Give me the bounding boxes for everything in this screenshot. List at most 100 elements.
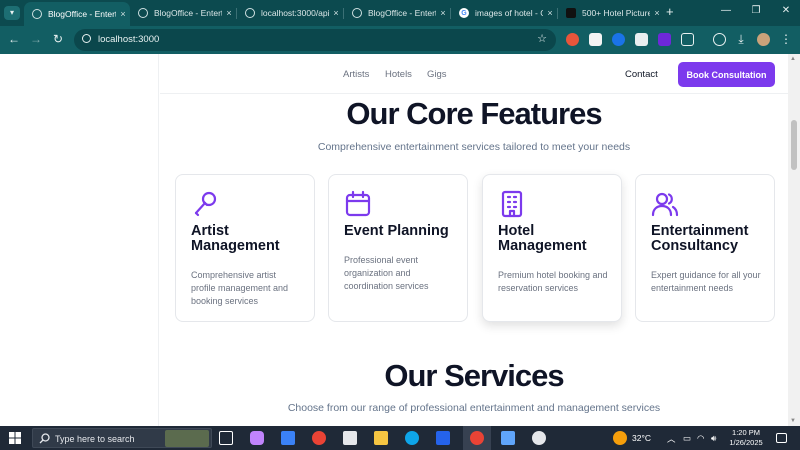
close-tab-icon[interactable]: ×	[222, 8, 236, 18]
close-tab-icon[interactable]: ×	[436, 8, 450, 18]
close-window-button[interactable]: ✕	[778, 5, 794, 16]
close-tab-icon[interactable]: ×	[116, 9, 130, 19]
search-placeholder: Type here to search	[55, 434, 135, 444]
bookmark-star-icon[interactable]: ☆	[537, 32, 547, 45]
close-tab-icon[interactable]: ×	[329, 8, 343, 18]
tab-title: BlogOffice - Entert	[368, 8, 436, 18]
extension-icon-4[interactable]	[635, 33, 648, 46]
reload-icon[interactable]: ↻	[50, 32, 66, 46]
extension-icon-5[interactable]	[658, 33, 671, 46]
nav-link-gigs[interactable]: Gigs	[427, 69, 447, 80]
features-heading: Our Core Features	[346, 96, 602, 131]
taskbar-search-box[interactable]: Type here to search	[32, 428, 212, 448]
globe-icon	[352, 8, 362, 18]
extension-icon-1[interactable]	[566, 33, 579, 46]
web-page: Artists Hotels Gigs Contact Book Consult…	[0, 54, 788, 426]
users-icon	[651, 192, 679, 217]
notes-app-icon[interactable]	[501, 431, 515, 445]
profile-avatar[interactable]	[757, 33, 770, 46]
card-title: Entertainment Consultancy	[651, 223, 749, 254]
extension-icon-3[interactable]	[612, 33, 625, 46]
download-icon[interactable]: ⤓	[733, 32, 749, 47]
feature-card-entertainment-consultancy[interactable]: Entertainment Consultancy Expert guidanc…	[635, 174, 775, 322]
battery-icon[interactable]: ▭	[683, 433, 691, 444]
volume-icon[interactable]: 🔊︎	[711, 433, 716, 444]
calendar-icon	[345, 190, 371, 217]
show-hidden-icons-icon[interactable]: ︿	[667, 433, 676, 445]
features-subtitle: Comprehensive entertainment services tai…	[317, 141, 631, 153]
services-heading: Our Services	[384, 358, 564, 393]
globe-icon	[138, 8, 148, 18]
tab-hotel-pictures[interactable]: 500+ Hotel Picture ×	[558, 3, 664, 23]
globe-icon	[245, 8, 255, 18]
extensions-puzzle-icon[interactable]	[681, 33, 694, 46]
clock-time: 1:20 PM	[732, 428, 760, 437]
book-consultation-button[interactable]: Book Consultation	[678, 62, 775, 87]
extension-icon-2[interactable]	[589, 33, 602, 46]
tab-search-button[interactable]: ▾	[4, 6, 20, 20]
search-icon	[39, 433, 50, 444]
back-arrow-icon[interactable]: ←	[6, 32, 22, 46]
file-explorer-icon[interactable]	[374, 431, 388, 445]
site-navbar: Artists Hotels Gigs Contact Book Consult…	[160, 54, 788, 94]
network-icon[interactable]: ◠	[697, 433, 704, 444]
nav-link-hotels[interactable]: Hotels	[385, 69, 412, 80]
windows-start-icon[interactable]	[9, 432, 21, 444]
edge-icon[interactable]	[405, 431, 419, 445]
site-info-icon[interactable]	[82, 34, 91, 43]
site-logo-icon	[566, 8, 576, 18]
card-title: Hotel Management	[498, 223, 587, 254]
feature-card-hotel-management[interactable]: Hotel Management Premium hotel booking a…	[482, 174, 622, 322]
copilot-icon[interactable]	[250, 431, 264, 445]
services-subtitle: Choose from our range of professional en…	[287, 402, 661, 414]
more-menu-icon[interactable]: ⋮	[778, 32, 794, 46]
tab-blogoffice-2[interactable]: BlogOffice - Entert ×	[130, 3, 236, 23]
minimize-button[interactable]: —	[718, 5, 734, 16]
chrome-active-icon[interactable]	[470, 431, 484, 445]
feature-card-event-planning[interactable]: Event Planning Professional event organi…	[328, 174, 468, 322]
windows-taskbar: Type here to search 32°C ︿ ▭ ◠ 🔊︎ 1:20 P…	[0, 426, 800, 450]
url-text: localhost:3000	[98, 34, 160, 45]
left-blank-panel	[0, 54, 159, 426]
tab-title: BlogOffice - Entert	[48, 9, 116, 19]
scroll-up-arrow-icon[interactable]: ▲	[790, 56, 796, 62]
tab-blogoffice-3[interactable]: BlogOffice - Entert ×	[344, 3, 450, 23]
globe-icon	[32, 9, 42, 19]
microphone-icon	[194, 191, 217, 217]
task-view-icon[interactable]	[219, 431, 233, 445]
search-highlight-image	[165, 430, 209, 447]
close-tab-icon[interactable]: ×	[543, 8, 557, 18]
tab-localhost-api[interactable]: localhost:3000/api ×	[237, 3, 343, 23]
tab-title: 500+ Hotel Picture	[582, 8, 650, 18]
forward-arrow-icon[interactable]: →	[28, 32, 44, 46]
tab-title: BlogOffice - Entert	[154, 8, 222, 18]
card-title: Artist Management	[191, 223, 280, 254]
card-description: Comprehensive artist profile management …	[191, 270, 289, 306]
sync-icon[interactable]	[713, 33, 726, 46]
scrollbar-thumb[interactable]	[791, 120, 797, 170]
tab-title: images of hotel - G	[475, 8, 543, 18]
clock[interactable]: 1:20 PM 1/26/2025	[726, 428, 766, 448]
address-bar[interactable]: localhost:3000 ☆	[74, 29, 556, 51]
vscode-icon[interactable]	[436, 431, 450, 445]
close-tab-icon[interactable]: ×	[650, 8, 664, 18]
restore-button[interactable]: ❐	[748, 5, 764, 16]
notifications-icon[interactable]	[776, 433, 787, 443]
tab-blogoffice-1[interactable]: BlogOffice - Entert ×	[24, 2, 130, 26]
security-shield-icon[interactable]	[343, 431, 357, 445]
new-tab-button[interactable]: +	[666, 4, 674, 19]
tab-google-images[interactable]: G images of hotel - G ×	[451, 3, 557, 23]
network-app-icon[interactable]	[532, 431, 546, 445]
google-icon: G	[459, 8, 469, 18]
page-scrollbar[interactable]: ▲ ▼	[788, 54, 800, 426]
card-description: Professional event organization and coor…	[344, 255, 429, 291]
scroll-down-arrow-icon[interactable]: ▼	[790, 418, 796, 424]
contact-link[interactable]: Contact	[625, 69, 658, 80]
card-title: Event Planning	[344, 223, 449, 239]
chrome-icon[interactable]	[312, 431, 326, 445]
store-icon[interactable]	[281, 431, 295, 445]
browser-toolbar: ← → ↻ localhost:3000 ☆ ⤓ ⋮	[0, 26, 800, 54]
weather-icon[interactable]	[613, 431, 627, 445]
nav-link-artists[interactable]: Artists	[343, 69, 369, 80]
feature-card-artist-management[interactable]: Artist Management Comprehensive artist p…	[175, 174, 315, 322]
